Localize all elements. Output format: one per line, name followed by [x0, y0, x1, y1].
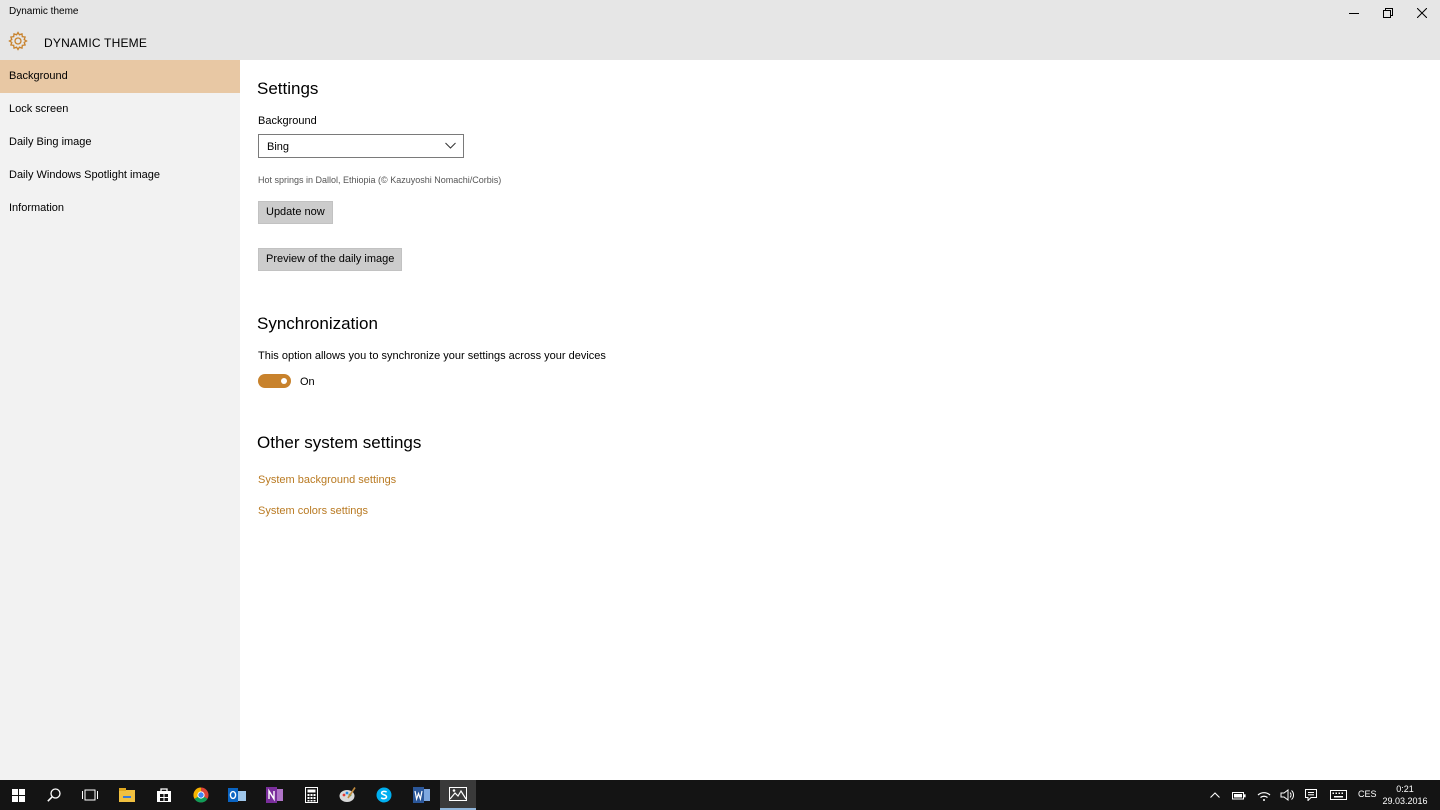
task-view-button[interactable]	[72, 780, 108, 810]
file-explorer-icon	[119, 788, 135, 802]
show-hidden-icons-button[interactable]	[1206, 780, 1224, 810]
clock-date: 29.03.2016	[1382, 796, 1428, 806]
gear-icon	[8, 31, 28, 51]
search-icon	[47, 788, 61, 802]
sidebar-item-label: Background	[9, 70, 68, 82]
sidebar-item-label: Information	[9, 202, 65, 214]
sidebar: Background Lock screen Daily Bing image …	[0, 60, 240, 780]
sidebar-item-daily-spotlight-image[interactable]: Daily Windows Spotlight image	[0, 159, 240, 192]
input-language-indicator[interactable]: CES	[1358, 789, 1377, 799]
sidebar-item-label: Daily Bing image	[9, 136, 92, 148]
start-button[interactable]	[0, 780, 36, 810]
sync-toggle-state: On	[300, 376, 315, 388]
task-view-icon	[82, 789, 98, 801]
notification-icon	[1305, 789, 1317, 801]
close-icon	[1417, 7, 1427, 18]
volume-icon	[1280, 789, 1294, 801]
background-select-value: Bing	[267, 141, 290, 153]
background-label: Background	[258, 115, 317, 127]
dynamic-theme-icon	[449, 787, 467, 801]
sidebar-item-background[interactable]: Background	[0, 60, 240, 93]
main-content: Settings Background Bing Hot springs in …	[240, 60, 1440, 780]
word-icon	[412, 787, 430, 803]
battery-icon	[1232, 791, 1246, 799]
outlook-icon	[228, 788, 246, 802]
window-title: Dynamic theme	[9, 6, 79, 17]
chevron-down-icon	[445, 142, 456, 149]
minimize-icon	[1349, 12, 1359, 14]
battery-button[interactable]	[1230, 780, 1248, 810]
network-button[interactable]	[1255, 780, 1273, 810]
restore-icon	[1383, 7, 1393, 18]
store-button[interactable]	[146, 780, 182, 810]
word-button[interactable]	[403, 780, 439, 810]
sidebar-item-label: Lock screen	[9, 103, 69, 115]
app-header: DYNAMIC THEME	[0, 25, 1440, 60]
onenote-button[interactable]	[256, 780, 292, 810]
chevron-up-icon	[1210, 792, 1220, 798]
file-explorer-button[interactable]	[109, 780, 145, 810]
skype-button[interactable]	[366, 780, 402, 810]
app-title: DYNAMIC THEME	[44, 36, 148, 50]
keyboard-icon	[1329, 790, 1347, 800]
touch-keyboard-button[interactable]	[1328, 780, 1348, 810]
synchronization-heading: Synchronization	[257, 314, 378, 333]
window-titlebar: Dynamic theme	[0, 0, 1440, 25]
minimize-button[interactable]	[1337, 0, 1371, 25]
paint-button[interactable]	[329, 780, 365, 810]
update-now-button[interactable]: Update now	[258, 201, 333, 224]
taskbar-clock[interactable]: 0:21 29.03.2016	[1380, 783, 1430, 807]
chrome-icon	[193, 787, 209, 803]
sidebar-item-information[interactable]: Information	[0, 192, 240, 225]
other-settings-heading: Other system settings	[257, 433, 422, 452]
clock-time: 0:21	[1396, 784, 1414, 794]
chrome-button[interactable]	[183, 780, 219, 810]
onenote-icon	[265, 787, 283, 803]
taskbar: CES 0:21 29.03.2016	[0, 780, 1440, 810]
preview-daily-image-button[interactable]: Preview of the daily image	[258, 248, 403, 271]
calculator-button[interactable]	[293, 780, 329, 810]
dynamic-theme-taskbar-button[interactable]	[440, 780, 476, 810]
background-select[interactable]: Bing	[258, 134, 464, 158]
skype-icon	[376, 787, 392, 803]
close-button[interactable]	[1405, 0, 1439, 25]
system-colors-settings-link[interactable]: System colors settings	[258, 505, 368, 517]
toggle-knob	[281, 378, 287, 384]
image-caption: Hot springs in Dallol, Ethiopia (© Kazuy…	[258, 175, 502, 185]
windows-start-icon	[11, 788, 25, 802]
calculator-icon	[304, 787, 318, 803]
wifi-icon	[1257, 791, 1271, 801]
volume-button[interactable]	[1278, 780, 1296, 810]
sidebar-item-lock-screen[interactable]: Lock screen	[0, 93, 240, 126]
restore-button[interactable]	[1371, 0, 1405, 25]
action-center-button[interactable]	[1302, 780, 1320, 810]
paint-icon	[339, 787, 356, 802]
sync-toggle[interactable]	[258, 374, 291, 388]
sidebar-item-daily-bing-image[interactable]: Daily Bing image	[0, 126, 240, 159]
sidebar-item-label: Daily Windows Spotlight image	[9, 169, 161, 181]
settings-heading: Settings	[257, 79, 319, 98]
system-background-settings-link[interactable]: System background settings	[258, 474, 396, 486]
sync-description: This option allows you to synchronize yo…	[258, 350, 606, 362]
outlook-button[interactable]	[219, 780, 255, 810]
search-button[interactable]	[36, 780, 72, 810]
store-icon	[157, 788, 171, 802]
